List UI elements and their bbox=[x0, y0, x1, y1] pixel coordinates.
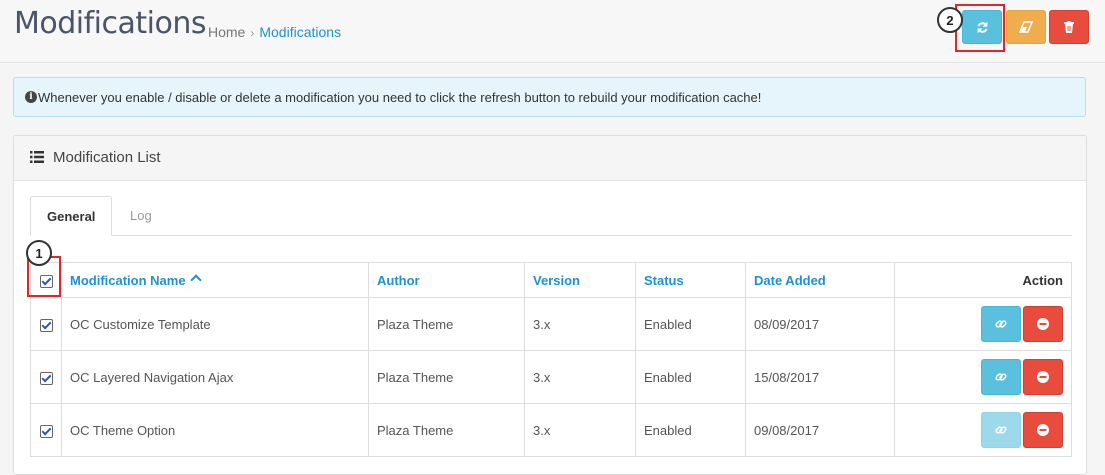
link-button-disabled bbox=[981, 412, 1021, 448]
info-alert: i Whenever you enable / disable or delet… bbox=[13, 77, 1086, 117]
cell-name: OC Layered Navigation Ajax bbox=[61, 350, 369, 404]
callout-2: 2 bbox=[937, 7, 963, 33]
cell-status: Enabled bbox=[635, 350, 746, 404]
cell-author: Plaza Theme bbox=[368, 403, 525, 457]
clear-log-button[interactable] bbox=[1006, 10, 1046, 44]
breadcrumb-modifications[interactable]: Modifications bbox=[259, 24, 341, 40]
table-row: OC Customize Template Plaza Theme 3.x En… bbox=[30, 297, 1072, 351]
sort-up-icon bbox=[189, 273, 202, 286]
cell-name: OC Theme Option bbox=[61, 403, 369, 457]
tab-bar: General Log bbox=[30, 196, 1072, 236]
cell-date-added: 09/08/2017 bbox=[745, 403, 895, 457]
cell-actions bbox=[894, 297, 1072, 351]
header-status[interactable]: Status bbox=[635, 262, 746, 298]
disable-button[interactable] bbox=[1023, 359, 1063, 395]
table-header-row: Modification Name Author Version Status … bbox=[30, 262, 1072, 298]
tab-log[interactable]: Log bbox=[114, 196, 168, 235]
cell-version: 3.x bbox=[524, 350, 636, 404]
breadcrumb-separator: › bbox=[250, 26, 255, 40]
cell-date-added: 08/09/2017 bbox=[745, 297, 895, 351]
row-checkbox[interactable] bbox=[39, 424, 53, 438]
cell-actions bbox=[894, 350, 1072, 404]
page-title: Modifications bbox=[14, 6, 207, 41]
row-checkbox[interactable] bbox=[39, 371, 53, 385]
refresh-highlight-box bbox=[955, 4, 1005, 52]
header-modification-name[interactable]: Modification Name bbox=[61, 262, 369, 298]
cell-status: Enabled bbox=[635, 297, 746, 351]
cell-actions bbox=[894, 403, 1072, 457]
table-row: OC Layered Navigation Ajax Plaza Theme 3… bbox=[30, 350, 1072, 404]
link-icon bbox=[995, 426, 1007, 434]
link-icon bbox=[995, 320, 1007, 328]
table-row: OC Theme Option Plaza Theme 3.x Enabled … bbox=[30, 403, 1072, 457]
link-button[interactable] bbox=[981, 359, 1021, 395]
list-icon bbox=[30, 151, 44, 163]
cell-author: Plaza Theme bbox=[368, 297, 525, 351]
panel-heading: Modification List bbox=[14, 136, 1086, 181]
page-header: Modifications Home › Modifications bbox=[0, 0, 1105, 63]
modification-list-panel: Modification List General Log Modificati… bbox=[13, 135, 1087, 475]
modification-table: Modification Name Author Version Status … bbox=[30, 262, 1072, 457]
link-icon bbox=[995, 373, 1007, 381]
minus-circle-icon bbox=[1037, 318, 1049, 330]
delete-button[interactable] bbox=[1049, 10, 1089, 44]
header-author[interactable]: Author bbox=[368, 262, 525, 298]
eraser-icon bbox=[1019, 21, 1033, 33]
tab-general[interactable]: General bbox=[30, 196, 113, 236]
cell-version: 3.x bbox=[524, 403, 636, 457]
breadcrumb-home[interactable]: Home bbox=[208, 24, 245, 40]
info-circle-icon: i bbox=[25, 91, 37, 103]
callout-1: 1 bbox=[26, 240, 52, 266]
cell-date-added: 15/08/2017 bbox=[745, 350, 895, 404]
cell-name: OC Customize Template bbox=[61, 297, 369, 351]
link-button[interactable] bbox=[981, 306, 1021, 342]
minus-circle-icon bbox=[1037, 371, 1049, 383]
breadcrumb: Home › Modifications bbox=[208, 24, 341, 40]
panel-title: Modification List bbox=[53, 149, 161, 166]
header-date-added[interactable]: Date Added bbox=[745, 262, 895, 298]
cell-status: Enabled bbox=[635, 403, 746, 457]
alert-text: Whenever you enable / disable or delete … bbox=[38, 90, 762, 105]
cell-version: 3.x bbox=[524, 297, 636, 351]
trash-icon bbox=[1064, 21, 1074, 33]
minus-circle-icon bbox=[1037, 424, 1049, 436]
disable-button[interactable] bbox=[1023, 306, 1063, 342]
disable-button[interactable] bbox=[1023, 412, 1063, 448]
header-version[interactable]: Version bbox=[524, 262, 636, 298]
cell-author: Plaza Theme bbox=[368, 350, 525, 404]
row-checkbox[interactable] bbox=[39, 318, 53, 332]
header-action: Action bbox=[894, 262, 1072, 298]
